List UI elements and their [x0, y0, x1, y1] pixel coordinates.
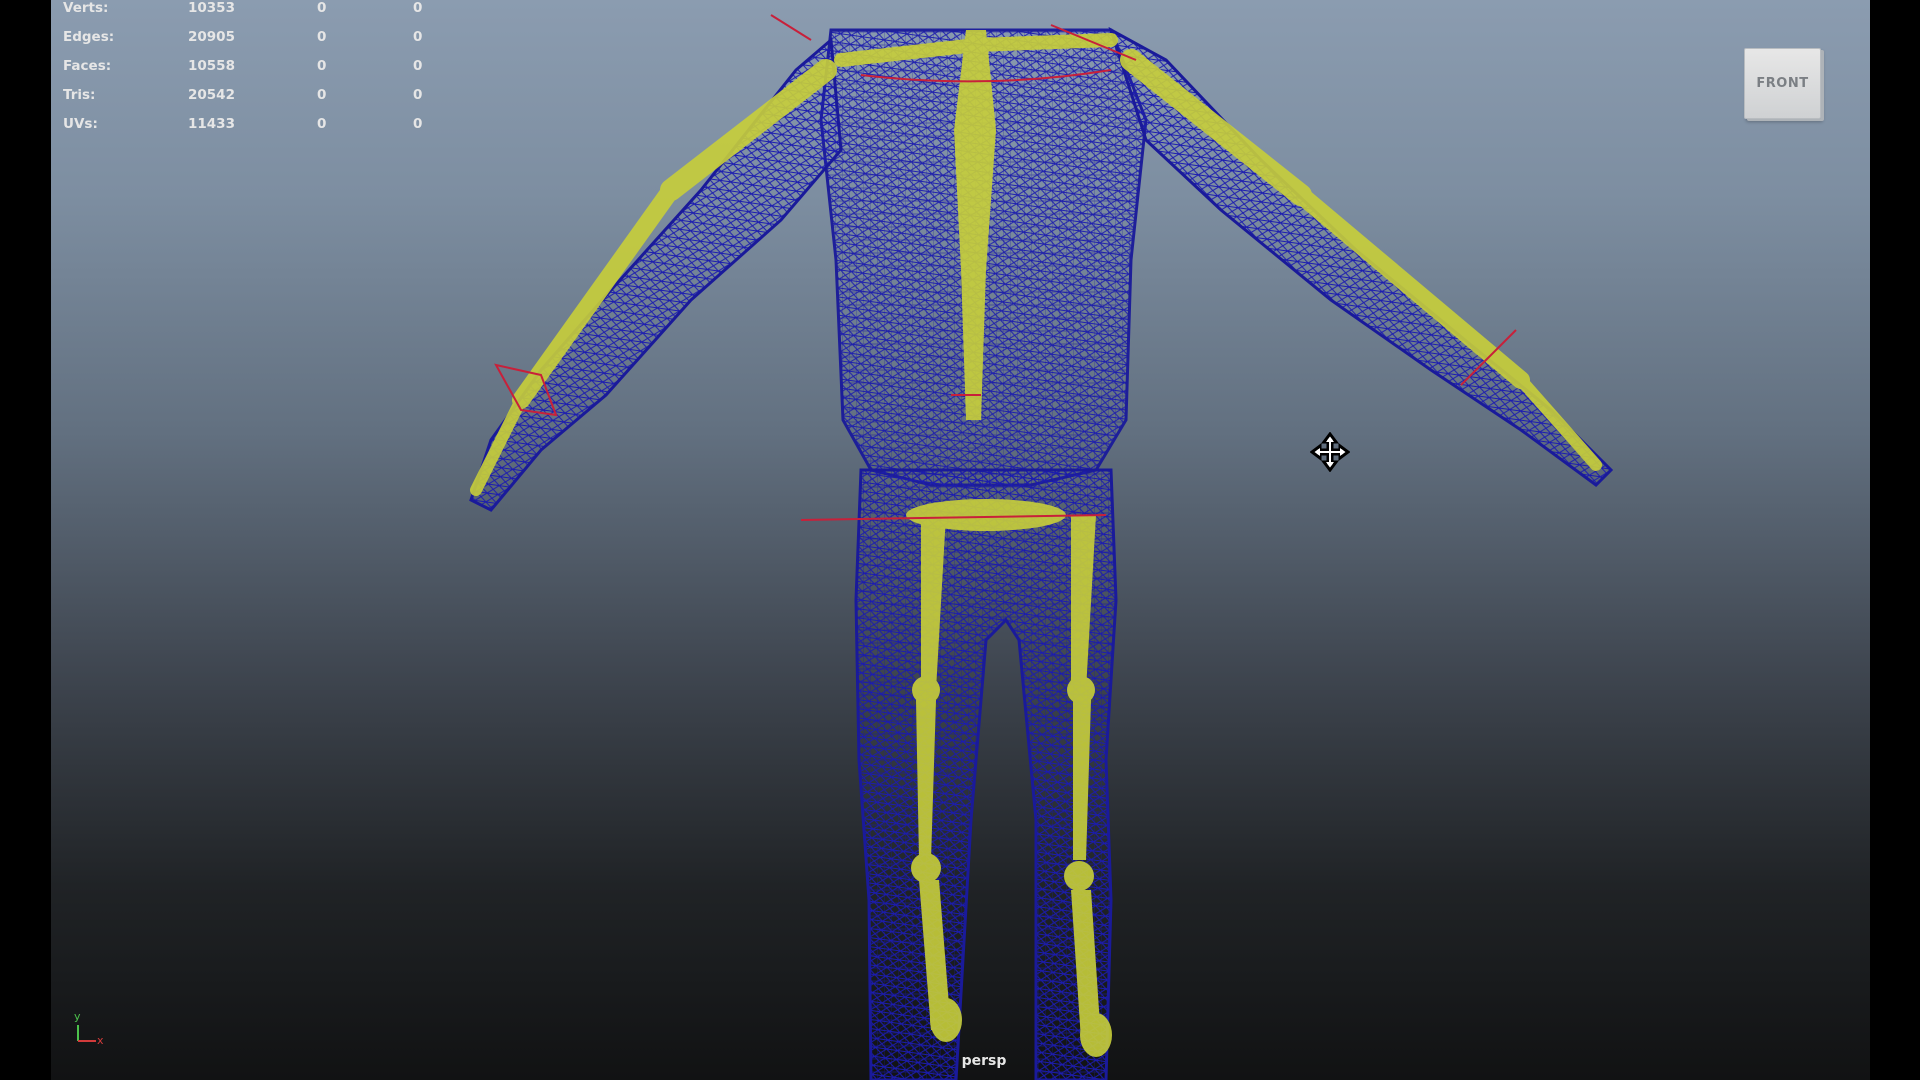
- maya-app: Verts: 10353 0 0 Edges: 20905 0 0 Faces:…: [0, 0, 1920, 1080]
- hud-row-uvs: UVs: 11433 0 0: [63, 116, 443, 145]
- left-panel-border: [0, 0, 51, 1080]
- hud-components: 0: [413, 58, 423, 74]
- hud-components: 0: [413, 0, 423, 16]
- hud-selected: 0: [317, 116, 327, 132]
- hud-components: 0: [413, 87, 423, 103]
- hud-row-verts: Verts: 10353 0 0: [63, 0, 443, 29]
- axis-x-label: x: [97, 1034, 104, 1047]
- hud-total: 11433: [188, 116, 235, 132]
- right-panel-border: [1870, 0, 1920, 1080]
- hud-total: 20905: [188, 29, 235, 45]
- perspective-viewport[interactable]: Verts: 10353 0 0 Edges: 20905 0 0 Faces:…: [51, 0, 1870, 1080]
- move-cursor-icon: [1310, 432, 1350, 472]
- hud-row-faces: Faces: 10558 0 0: [63, 58, 443, 87]
- character-wireframe[interactable]: [51, 0, 1870, 1080]
- hud-row-tris: Tris: 20542 0 0: [63, 87, 443, 116]
- hud-label: UVs:: [63, 116, 98, 132]
- hud-row-edges: Edges: 20905 0 0: [63, 29, 443, 58]
- hud-total: 10353: [188, 0, 235, 16]
- hud-components: 0: [413, 29, 423, 45]
- hud-total: 20542: [188, 87, 235, 103]
- hud-components: 0: [413, 116, 423, 132]
- hud-selected: 0: [317, 0, 327, 16]
- hud-label: Edges:: [63, 29, 115, 45]
- viewcube-front[interactable]: FRONT: [1744, 48, 1821, 119]
- camera-name-label: persp: [961, 1053, 1007, 1069]
- hud-selected: 0: [317, 87, 327, 103]
- hud-label: Verts:: [63, 0, 109, 16]
- hud-selected: 0: [317, 29, 327, 45]
- hud-label: Tris:: [63, 87, 96, 103]
- axis-gizmo-icon: y x: [74, 1010, 104, 1047]
- hud-selected: 0: [317, 58, 327, 74]
- viewcube-label: FRONT: [1756, 76, 1809, 91]
- hud-label: Faces:: [63, 58, 112, 74]
- poly-count-hud: Verts: 10353 0 0 Edges: 20905 0 0 Faces:…: [63, 0, 443, 145]
- hud-total: 10558: [188, 58, 235, 74]
- axis-y-label: y: [74, 1010, 81, 1023]
